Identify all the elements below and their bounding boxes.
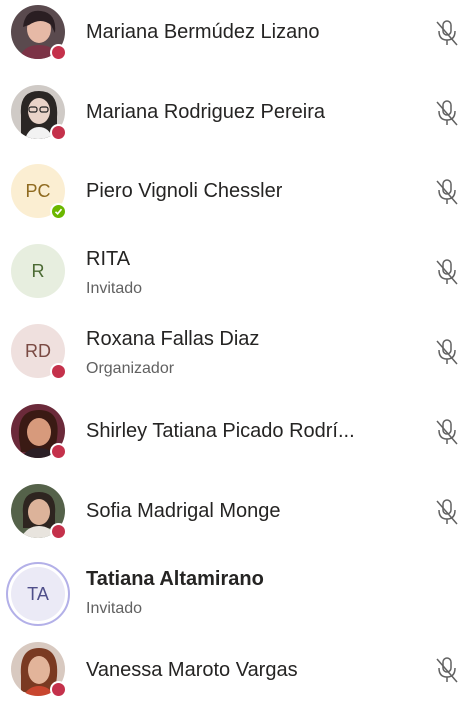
avatar — [11, 5, 67, 61]
mic-off-icon[interactable] — [434, 338, 460, 366]
participant-name: Piero Vignoli Chessler — [86, 180, 283, 202]
participant-name: Mariana Bermúdez Lizano — [86, 21, 320, 43]
avatar — [11, 404, 67, 460]
busy-status-icon — [50, 124, 67, 141]
participant-row-mariana-bermudez[interactable]: Mariana Bermúdez Lizano — [0, 0, 464, 80]
participant-row-tatiana[interactable]: TA Tatiana Altamirano Invitado — [0, 558, 464, 638]
avatar-initials: PC — [25, 180, 51, 201]
initials-avatar: R — [11, 244, 65, 298]
participant-row-piero[interactable]: PC Piero Vignoli Chessler — [0, 158, 464, 238]
avatar-initials: TA — [27, 583, 49, 604]
participant-name: Shirley Tatiana Picado Rodrí... — [86, 420, 355, 442]
avatar-initials: RD — [25, 340, 51, 361]
mic-off-icon[interactable] — [434, 418, 460, 446]
participant-list: Mariana Bermúdez Lizano Mariana Rodrigue… — [0, 0, 464, 698]
avatar — [11, 484, 67, 540]
participant-name: Sofia Madrigal Monge — [86, 500, 281, 522]
participant-row-rita[interactable]: R RITA Invitado — [0, 238, 464, 318]
participant-role: Organizador — [86, 360, 175, 377]
mic-off-icon[interactable] — [434, 99, 460, 127]
avatar-initials: R — [31, 260, 45, 281]
avatar: TA — [6, 562, 70, 626]
initials-avatar: TA — [6, 562, 70, 626]
participant-row-vanessa[interactable]: Vanessa Maroto Vargas — [0, 638, 464, 718]
mic-off-icon[interactable] — [434, 656, 460, 684]
busy-status-icon — [50, 523, 67, 540]
participant-name: RITA — [86, 248, 131, 270]
avatar — [11, 642, 67, 698]
participant-name: Vanessa Maroto Vargas — [86, 659, 298, 681]
participant-row-shirley[interactable]: Shirley Tatiana Picado Rodrí... — [0, 398, 464, 478]
avatar: RD — [11, 324, 67, 380]
participant-name: Tatiana Altamirano — [86, 568, 264, 590]
participant-row-mariana-rodriguez[interactable]: Mariana Rodriguez Pereira — [0, 80, 464, 160]
avatar: R — [11, 244, 65, 298]
participant-name: Mariana Rodriguez Pereira — [86, 101, 326, 123]
participant-row-roxana[interactable]: RD Roxana Fallas Diaz Organizador — [0, 318, 464, 398]
participant-role: Invitado — [86, 600, 143, 617]
mic-off-icon[interactable] — [434, 19, 460, 47]
participant-row-sofia[interactable]: Sofia Madrigal Monge — [0, 478, 464, 558]
busy-status-icon — [50, 443, 67, 460]
participant-name: Roxana Fallas Diaz — [86, 328, 260, 350]
participant-role: Invitado — [86, 280, 143, 297]
mic-off-icon[interactable] — [434, 178, 460, 206]
mic-off-icon[interactable] — [434, 498, 460, 526]
available-status-icon — [50, 203, 67, 220]
mic-off-icon[interactable] — [434, 258, 460, 286]
avatar — [11, 85, 67, 141]
busy-status-icon — [50, 44, 67, 61]
avatar: PC — [11, 164, 67, 220]
busy-status-icon — [50, 363, 67, 380]
busy-status-icon — [50, 681, 67, 698]
